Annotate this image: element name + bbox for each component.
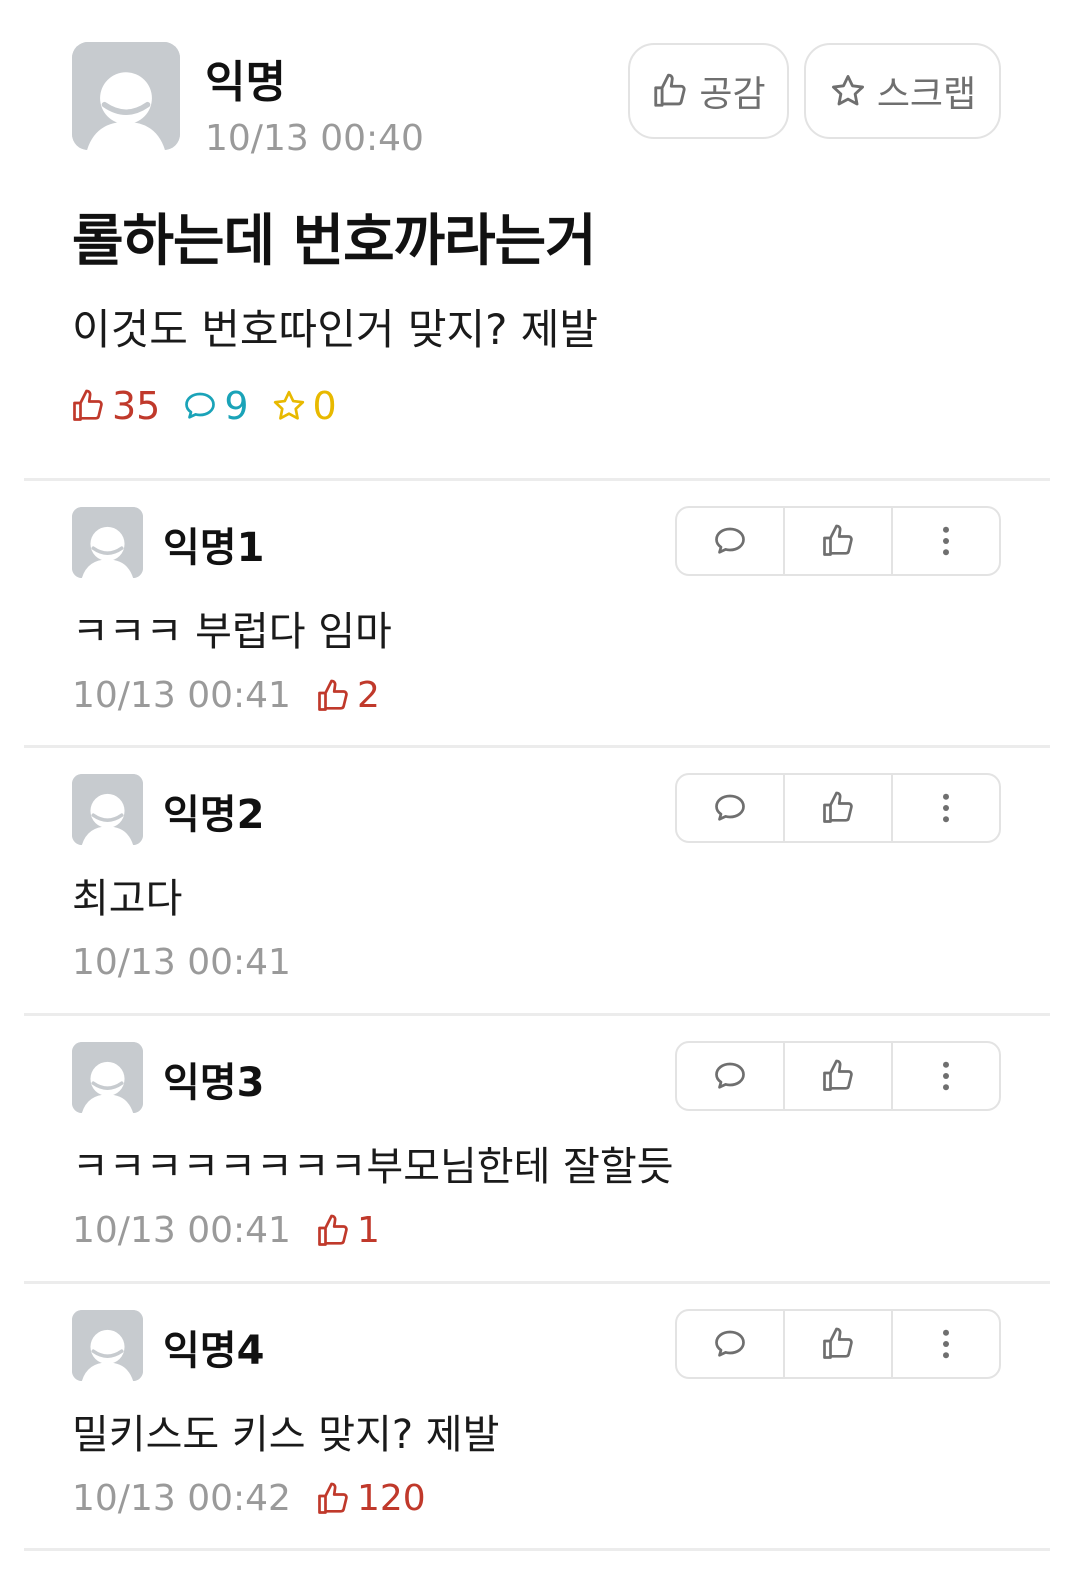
like-button-label: 공감 (699, 74, 766, 115)
comment-count-value: 9 (224, 384, 249, 428)
speech-bubble-icon (712, 1326, 748, 1362)
comment-actions (675, 506, 1001, 576)
reply-button[interactable] (677, 775, 785, 841)
comment-like-count-value: 120 (356, 1478, 426, 1519)
comment-text: ㅋㅋㅋ 부럽다 임마 (72, 609, 392, 655)
default-user-avatar-icon (72, 507, 143, 578)
like-count-value: 35 (112, 384, 161, 428)
comment-actions (675, 1041, 1001, 1111)
avatar (72, 507, 143, 578)
comment-meta: 10/13 00:41 2 (72, 675, 380, 716)
divider (24, 1548, 1050, 1551)
comment-like-button[interactable] (785, 1311, 893, 1377)
avatar (72, 774, 143, 845)
avatar (72, 1042, 143, 1113)
comment-like-button[interactable] (785, 775, 893, 841)
comment-time: 10/13 00:41 (72, 1210, 291, 1251)
speech-bubble-icon (712, 790, 748, 826)
comment-time: 10/13 00:41 (72, 675, 291, 716)
comment-meta: 10/13 00:41 (72, 942, 315, 983)
reply-button[interactable] (677, 1043, 785, 1109)
comment-time: 10/13 00:41 (72, 942, 291, 983)
more-options-button[interactable] (893, 1043, 999, 1109)
default-user-avatar-icon (72, 1042, 143, 1113)
comment-time: 10/13 00:42 (72, 1478, 291, 1519)
speech-bubble-icon (712, 1058, 748, 1094)
thumbs-up-icon (315, 1481, 351, 1517)
scrap-button-label: 스크랩 (876, 74, 977, 115)
like-count: 35 (70, 384, 160, 428)
comment-item: 익명1 ㅋㅋㅋ 부럽다 임마 10/13 00:41 2 (0, 481, 1080, 747)
comment-like-count-value: 2 (356, 675, 380, 716)
speech-bubble-icon (182, 388, 218, 424)
comment-text: ㅋㅋㅋㅋㅋㅋㅋㅋ부모님한테 잘할듯 (72, 1144, 674, 1190)
comment-item: 익명2 최고다 10/13 00:41 (0, 748, 1080, 1014)
comment-meta: 10/13 00:41 1 (72, 1210, 380, 1251)
vertical-dots-icon (928, 1326, 964, 1362)
post-author: 익명 (205, 57, 286, 108)
scrap-button[interactable]: 스크랩 (804, 43, 1001, 139)
post-title: 롤하는데 번호까라는거 (72, 209, 597, 274)
comment-author: 익명3 (163, 1060, 265, 1106)
reply-button[interactable] (677, 1311, 785, 1377)
thumbs-up-icon (651, 72, 689, 110)
thumbs-up-icon (315, 678, 351, 714)
thumbs-up-icon (70, 388, 106, 424)
default-user-avatar-icon (72, 42, 180, 150)
reply-button[interactable] (677, 508, 785, 574)
comment-like-count: 120 (315, 1478, 426, 1519)
comment-count: 9 (182, 384, 249, 428)
more-options-button[interactable] (893, 775, 999, 841)
more-options-button[interactable] (893, 1311, 999, 1377)
thumbs-up-icon (820, 1058, 856, 1094)
thumbs-up-icon (820, 523, 856, 559)
comment-text: 밀키스도 키스 맞지? 제발 (72, 1412, 500, 1458)
star-icon (271, 388, 307, 424)
vertical-dots-icon (928, 523, 964, 559)
comment-item: 익명4 밀키스도 키스 맞지? 제발 10/13 00:42 120 (0, 1284, 1080, 1550)
avatar (72, 42, 180, 150)
thumbs-up-icon (315, 1213, 351, 1249)
scrap-count: 0 (271, 384, 337, 428)
comment-like-count: 2 (315, 675, 380, 716)
thumbs-up-icon (820, 1326, 856, 1362)
comment-like-button[interactable] (785, 1043, 893, 1109)
comment-text: 최고다 (72, 876, 183, 922)
post: 익명 10/13 00:40 공감 스크랩 롤하는데 번호까라는거 이것도 번호… (0, 0, 1080, 480)
comment-like-button[interactable] (785, 508, 893, 574)
comment-like-count-value: 1 (356, 1210, 380, 1251)
comment-actions (675, 773, 1001, 843)
like-button[interactable]: 공감 (628, 43, 789, 139)
comment-item: 익명3 ㅋㅋㅋㅋㅋㅋㅋㅋ부모님한테 잘할듯 10/13 00:41 1 (0, 1016, 1080, 1282)
comment-meta: 10/13 00:42 120 (72, 1478, 426, 1519)
more-options-button[interactable] (893, 508, 999, 574)
comment-author: 익명2 (163, 792, 265, 838)
thumbs-up-icon (820, 790, 856, 826)
star-icon (829, 72, 867, 110)
comment-author: 익명1 (163, 525, 265, 571)
default-user-avatar-icon (72, 1310, 143, 1381)
default-user-avatar-icon (72, 774, 143, 845)
comment-author: 익명4 (163, 1328, 265, 1374)
vertical-dots-icon (928, 1058, 964, 1094)
comment-like-count: 1 (315, 1210, 380, 1251)
comment-actions (675, 1309, 1001, 1379)
post-time: 10/13 00:40 (205, 118, 424, 159)
post-body: 이것도 번호따인거 맞지? 제발 (72, 305, 599, 354)
avatar (72, 1310, 143, 1381)
vertical-dots-icon (928, 790, 964, 826)
post-stats: 35 9 0 (70, 384, 359, 428)
speech-bubble-icon (712, 523, 748, 559)
scrap-count-value: 0 (312, 384, 337, 428)
